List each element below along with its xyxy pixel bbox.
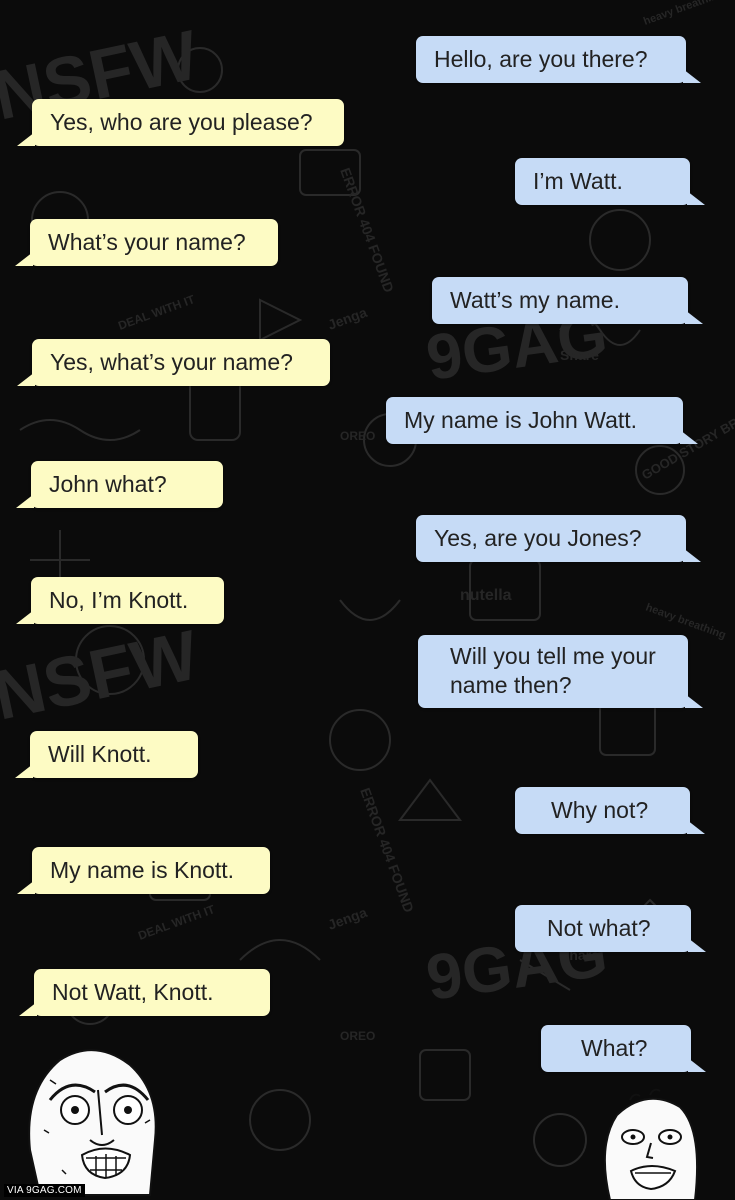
message-text: Why not?	[551, 797, 649, 823]
message-bubble-received: Yes, what’s your name?	[17, 339, 330, 386]
jenga-doodle-2: Jenga	[326, 904, 370, 933]
message-text: John what?	[49, 471, 167, 497]
message-bubble-sent: Hello, are you there?	[416, 36, 701, 83]
nutella-doodle: nutella	[460, 587, 512, 604]
message-text: What?	[581, 1035, 648, 1061]
message-text: My name is Knott.	[50, 857, 235, 883]
message-bubble-sent: Why not?	[515, 787, 705, 834]
message-text: Not what?	[547, 915, 651, 941]
watermark: VIA 9GAG.COM	[4, 1184, 85, 1197]
message-text: I’m Watt.	[533, 168, 623, 194]
message-bubble-received: Not Watt, Knott.	[19, 969, 270, 1016]
oreo-doodle: OREO	[340, 429, 375, 443]
message-bubble-sent: I’m Watt.	[515, 158, 705, 205]
message-bubble-received: Will Knott.	[15, 731, 198, 778]
message-text: Yes, what’s your name?	[50, 349, 293, 375]
message-bubble-received: What’s your name?	[15, 219, 278, 266]
jenga-doodle: Jenga	[326, 304, 370, 333]
message-text: My name is John Watt.	[404, 407, 638, 433]
message-text: Watt’s my name.	[450, 287, 620, 313]
error-doodle-2: ERROR 404 FOUND	[357, 786, 417, 915]
message-bubble-sent: My name is John Watt.	[386, 397, 698, 444]
heavy-breathing-doodle: heavy breathing	[642, 0, 725, 28]
message-bubble-received: Yes, who are you please?	[17, 99, 344, 146]
deal-doodle-2: DEAL WITH IT	[136, 902, 217, 943]
message-text: No, I’m Knott.	[49, 587, 189, 613]
oreo-doodle-2: OREO	[340, 1029, 375, 1043]
message-text: Hello, are you there?	[434, 46, 648, 72]
nsfw-doodle-2: NSFW	[0, 616, 205, 735]
message-bubble-sent: Yes, are you Jones?	[416, 515, 701, 562]
message-bubble-sent: Will you tell me your name then?	[418, 635, 703, 708]
share-doodle: Share	[560, 347, 599, 363]
dumb-face-icon	[603, 1088, 699, 1200]
message-bubble-received: No, I’m Knott.	[16, 577, 224, 624]
message-text: Not Watt, Knott.	[52, 979, 214, 1005]
message-bubble-received: My name is Knott.	[17, 847, 270, 894]
deal-doodle: DEAL WITH IT	[116, 292, 197, 333]
message-text: Will Knott.	[48, 741, 152, 767]
y-u-no-face-icon	[28, 1049, 157, 1196]
message-bubble-sent: What?	[541, 1025, 706, 1072]
message-text: Will you tell me your name then?	[450, 643, 656, 698]
error-doodle: ERROR 404 FOUND	[337, 166, 397, 295]
message-bubble-sent: Not what?	[515, 905, 706, 952]
message-bubble-sent: Watt’s my name.	[432, 277, 703, 324]
message-text: Yes, who are you please?	[50, 109, 313, 135]
message-bubble-received: John what?	[16, 461, 223, 508]
message-text: Yes, are you Jones?	[434, 525, 642, 551]
message-text: What’s your name?	[48, 229, 246, 255]
